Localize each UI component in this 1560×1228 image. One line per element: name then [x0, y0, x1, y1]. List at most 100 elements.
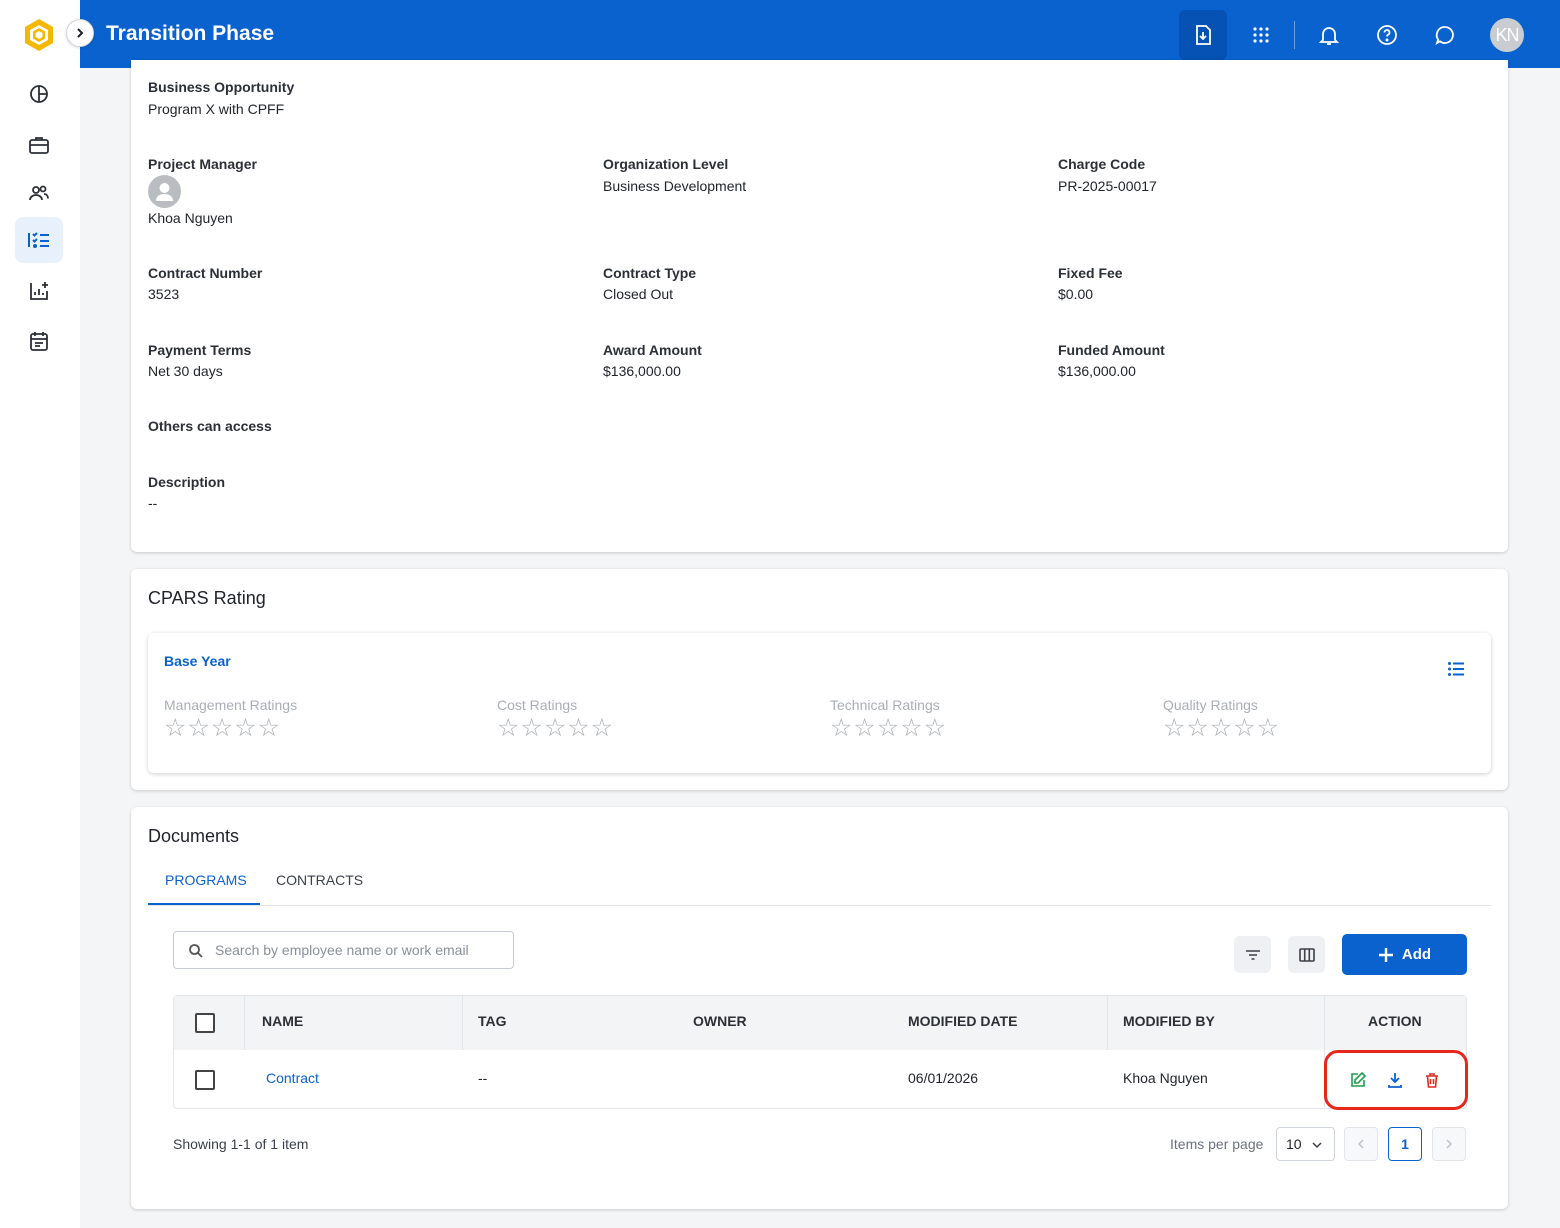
page-button-current[interactable]: 1 [1388, 1127, 1422, 1161]
organization-level-value: Business Development [603, 178, 747, 194]
documents-table: NAME TAG OWNER MODIFIED DATE MODIFIED BY… [173, 995, 1467, 1109]
funded-amount-label: Funded Amount [1058, 342, 1165, 358]
quality-rating: Quality Ratings ☆☆☆☆☆ [1163, 697, 1280, 741]
cpars-title: CPARS Rating [148, 588, 266, 608]
sidebar-item-tasks[interactable] [15, 217, 63, 263]
sidebar-item-dashboard[interactable] [15, 71, 63, 117]
rating-label: Cost Ratings [497, 697, 578, 713]
pagination-summary: Showing 1-1 of 1 item [173, 1136, 309, 1152]
notifications-button[interactable] [1305, 10, 1353, 60]
row-checkbox[interactable] [195, 1070, 215, 1090]
award-amount-label: Award Amount [603, 342, 702, 358]
app-logo-icon[interactable] [22, 17, 56, 53]
list-icon[interactable] [1447, 660, 1465, 678]
tab-contracts[interactable]: CONTRACTS [276, 872, 363, 888]
sidebar-item-reports[interactable] [15, 268, 63, 314]
people-icon [29, 185, 49, 201]
chevron-left-icon [1357, 1139, 1364, 1149]
column-name[interactable]: NAME [262, 1013, 303, 1029]
star-rating[interactable]: ☆☆☆☆☆ [164, 715, 297, 741]
charge-code-value: PR-2025-00017 [1058, 178, 1157, 194]
column-modified-by[interactable]: MODIFIED BY [1123, 1013, 1215, 1029]
sidebar [0, 0, 80, 1228]
chevron-right-icon [77, 28, 84, 38]
dashboard-icon [30, 85, 48, 103]
columns-icon [1298, 947, 1315, 962]
column-action: ACTION [1368, 1013, 1422, 1029]
star-rating[interactable]: ☆☆☆☆☆ [497, 715, 614, 741]
project-manager-avatar [148, 175, 181, 208]
active-tab-indicator [148, 903, 260, 905]
project-manager-label: Project Manager [148, 156, 257, 172]
calendar-icon [30, 332, 48, 351]
add-button-label: Add [1401, 946, 1432, 963]
add-document-button[interactable]: Add [1342, 934, 1467, 975]
search-input[interactable]: Search by employee name or work email [173, 931, 514, 969]
rating-label: Management Ratings [164, 697, 298, 713]
funded-amount-value: $136,000.00 [1058, 363, 1136, 379]
cpars-card: CPARS Rating Base Year Management Rating… [131, 569, 1508, 790]
sidebar-item-calendar[interactable] [15, 318, 63, 364]
apps-grid-icon [1253, 27, 1269, 43]
management-rating: Management Ratings ☆☆☆☆☆ [164, 697, 297, 741]
items-per-page-select[interactable]: 10 [1276, 1127, 1335, 1161]
user-avatar[interactable]: KN [1490, 18, 1524, 52]
star-rating[interactable]: ☆☆☆☆☆ [830, 715, 947, 741]
business-opportunity-label: Business Opportunity [148, 79, 295, 95]
organization-level-label: Organization Level [603, 156, 729, 172]
items-per-page-value: 10 [1286, 1136, 1302, 1152]
action-highlight-annotation [1324, 1050, 1468, 1110]
project-manager-value: Khoa Nguyen [148, 210, 233, 226]
help-button[interactable] [1363, 10, 1411, 60]
filter-icon [1245, 949, 1260, 960]
fixed-fee-label: Fixed Fee [1058, 265, 1123, 281]
help-icon [1377, 25, 1397, 45]
chart-add-icon [30, 282, 48, 300]
column-owner[interactable]: OWNER [693, 1013, 747, 1029]
documents-tabs: PROGRAMS CONTRACTS [148, 867, 1491, 906]
briefcase-icon [29, 137, 49, 154]
sidebar-item-projects[interactable] [15, 122, 63, 168]
top-header: Transition Phase KN [66, 0, 1560, 68]
payment-terms-label: Payment Terms [148, 342, 252, 358]
column-tag[interactable]: TAG [478, 1013, 507, 1029]
bell-icon [1318, 27, 1340, 45]
documents-title: Documents [148, 826, 240, 846]
next-page-button[interactable] [1432, 1127, 1466, 1161]
export-document-button[interactable] [1179, 10, 1227, 60]
apps-button[interactable] [1237, 10, 1285, 60]
select-all-checkbox[interactable] [195, 1013, 215, 1033]
column-modified-date[interactable]: MODIFIED DATE [908, 1013, 1017, 1029]
document-modified-by: Khoa Nguyen [1123, 1070, 1208, 1086]
description-value: -- [148, 495, 158, 511]
rating-label: Quality Ratings [1163, 697, 1258, 713]
others-access-label: Others can access [148, 418, 272, 434]
chat-button[interactable] [1421, 10, 1469, 60]
chat-icon [1435, 26, 1454, 45]
document-name-link[interactable]: Contract [266, 1070, 319, 1086]
filter-button[interactable] [1234, 936, 1271, 973]
star-rating[interactable]: ☆☆☆☆☆ [1163, 715, 1280, 741]
document-modified-date: 06/01/2026 [908, 1070, 979, 1086]
search-icon [189, 944, 203, 958]
column-divider [1107, 996, 1108, 1050]
columns-button[interactable] [1288, 936, 1325, 973]
contract-number-value: 3523 [148, 286, 180, 302]
sidebar-item-people[interactable] [15, 170, 63, 216]
page-title: Transition Phase [106, 22, 275, 45]
cpars-period-card: Base Year Management Ratings ☆☆☆☆☆ Cost … [148, 633, 1491, 773]
fixed-fee-value: $0.00 [1058, 286, 1094, 302]
cost-rating: Cost Ratings ☆☆☆☆☆ [497, 697, 614, 741]
download-doc-icon [1196, 25, 1211, 45]
plus-icon [1378, 947, 1393, 962]
header-divider [1294, 21, 1295, 49]
cpars-period-label[interactable]: Base Year [164, 653, 231, 669]
previous-page-button[interactable] [1344, 1127, 1378, 1161]
tab-programs[interactable]: PROGRAMS [165, 872, 247, 888]
task-list-icon [28, 232, 49, 248]
chevron-right-icon [1446, 1139, 1453, 1149]
contract-type-value: Closed Out [603, 286, 674, 302]
table-header: NAME TAG OWNER MODIFIED DATE MODIFIED BY [174, 996, 1466, 1050]
sidebar-expand-button[interactable] [66, 19, 94, 47]
contract-number-label: Contract Number [148, 265, 263, 281]
